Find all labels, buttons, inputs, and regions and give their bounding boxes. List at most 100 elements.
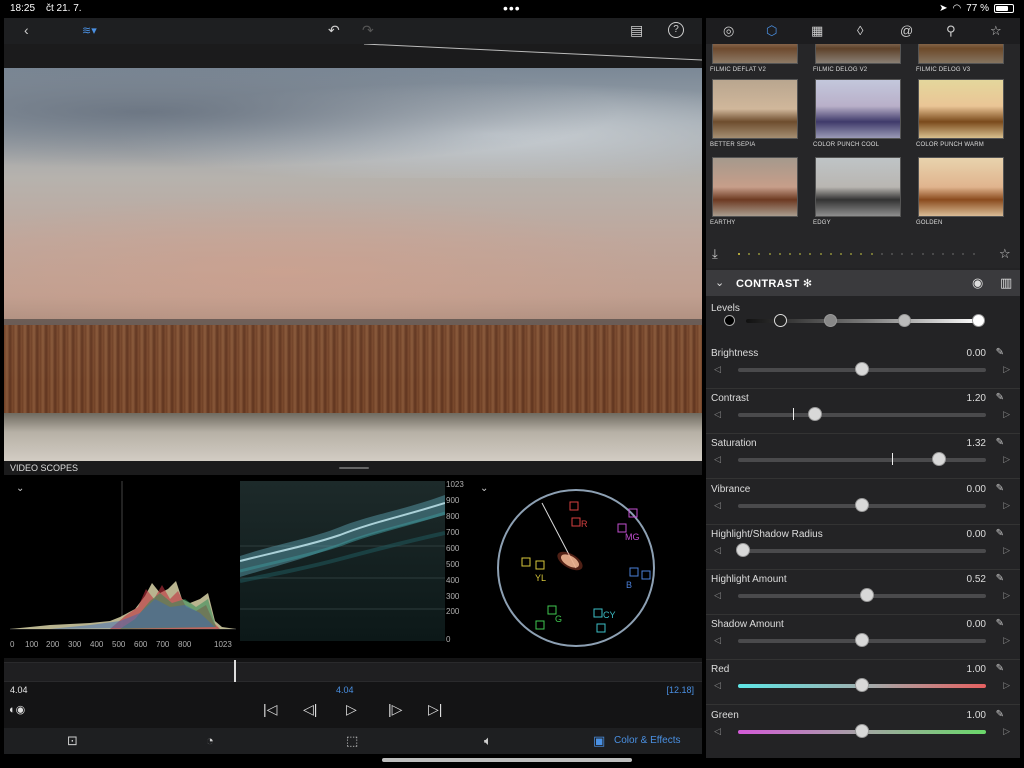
home-indicator[interactable] — [382, 758, 632, 762]
playhead[interactable] — [234, 660, 236, 682]
pager-dot[interactable] — [860, 253, 863, 255]
edit-pencil-icon[interactable]: ✎ — [996, 709, 1004, 720]
palette-icon[interactable]: ◎ — [723, 23, 734, 39]
pager-dot[interactable] — [972, 253, 975, 255]
multitask-dots-icon[interactable]: ••• — [503, 0, 521, 16]
pager-dot[interactable] — [748, 253, 751, 255]
keyhole-icon[interactable]: ⚲ — [946, 23, 956, 39]
increment-arrow-icon[interactable]: ▷ — [1003, 409, 1010, 420]
cube-icon[interactable]: ⬡ — [766, 23, 777, 39]
decrement-arrow-icon[interactable]: ◁ — [714, 726, 721, 737]
increment-arrow-icon[interactable]: ▷ — [1003, 635, 1010, 646]
pager-dot[interactable] — [911, 253, 914, 255]
pager-dot[interactable] — [901, 253, 904, 255]
param-slider-knob[interactable] — [855, 633, 869, 648]
edit-pencil-icon[interactable]: ✎ — [996, 347, 1004, 358]
loop-icon[interactable]: ◐◉ — [9, 703, 25, 716]
pager-dot[interactable] — [799, 253, 802, 255]
preset-tile[interactable]: EDGY — [809, 157, 907, 226]
skip-to-start-icon[interactable]: |◁ — [263, 701, 277, 718]
skip-to-end-icon[interactable]: ▷| — [428, 701, 442, 718]
param-slider-knob[interactable] — [735, 542, 750, 557]
decrement-arrow-icon[interactable]: ◁ — [714, 500, 721, 511]
preset-tile[interactable]: COLOR PUNCH COOL — [809, 79, 907, 148]
edit-pencil-icon[interactable]: ✎ — [996, 573, 1004, 584]
param-value[interactable]: 1.00 — [967, 664, 986, 675]
preset-tile[interactable]: EARTHY — [706, 157, 804, 226]
clip-icon[interactable]: ≋▾ — [82, 24, 97, 37]
pager-dot[interactable] — [962, 253, 965, 255]
levels-mid-knob[interactable] — [824, 314, 837, 327]
param-slider-knob[interactable] — [855, 497, 869, 512]
param-slider-knob[interactable] — [931, 452, 946, 467]
edit-pencil-icon[interactable]: ✎ — [996, 663, 1004, 674]
pager-dot[interactable] — [840, 253, 842, 255]
increment-arrow-icon[interactable]: ▷ — [1003, 454, 1010, 465]
star-icon[interactable]: ☆ — [990, 23, 1002, 39]
increment-arrow-icon[interactable]: ▷ — [1003, 545, 1010, 556]
play-icon[interactable]: ▷ — [346, 701, 357, 718]
param-value[interactable]: 0.52 — [967, 574, 986, 585]
param-value[interactable]: 1.00 — [967, 710, 986, 721]
edit-pencil-icon[interactable]: ✎ — [996, 618, 1004, 629]
param-slider-knob[interactable] — [855, 678, 869, 693]
favorite-star-icon[interactable]: ☆ — [999, 246, 1011, 262]
increment-arrow-icon[interactable]: ▷ — [1003, 680, 1010, 691]
scopes-resize-handle[interactable] — [339, 467, 369, 469]
drop-icon[interactable]: ◊ — [857, 23, 863, 38]
speed-icon[interactable]: ◔ — [206, 733, 214, 748]
delete-trash-icon[interactable]: ▥ — [1000, 275, 1012, 291]
pager-dot[interactable] — [850, 253, 853, 255]
increment-arrow-icon[interactable]: ▷ — [1003, 590, 1010, 601]
pager-dot[interactable] — [921, 253, 924, 255]
param-slider-track[interactable] — [738, 458, 986, 463]
frame-icon[interactable]: ⊡ — [67, 733, 78, 749]
video-preview[interactable] — [4, 68, 702, 461]
color-effects-icon[interactable]: ▣ — [593, 733, 605, 749]
param-value[interactable]: 0.00 — [967, 348, 986, 359]
decrement-arrow-icon[interactable]: ◁ — [714, 545, 721, 556]
vectorscope-menu-chevron-icon[interactable]: ⌄ — [480, 483, 488, 494]
decrement-arrow-icon[interactable]: ◁ — [714, 680, 721, 691]
preset-tile[interactable]: GOLDEN — [912, 157, 1010, 226]
collapse-chevron-icon[interactable]: ⌄ — [715, 276, 724, 289]
pager-dot[interactable] — [891, 253, 893, 255]
levels-white-knob[interactable] — [972, 314, 985, 327]
edit-pencil-icon[interactable]: ✎ — [996, 437, 1004, 448]
param-value[interactable]: 0.00 — [967, 619, 986, 630]
swirl-icon[interactable]: @ — [900, 23, 913, 38]
param-slider-knob[interactable] — [859, 588, 874, 602]
pager-dot[interactable] — [789, 253, 791, 255]
increment-arrow-icon[interactable]: ▷ — [1003, 364, 1010, 375]
increment-arrow-icon[interactable]: ▷ — [1003, 500, 1010, 511]
levels-light-knob[interactable] — [898, 314, 911, 327]
pager-dot[interactable] — [829, 253, 832, 255]
color-effects-label[interactable]: Color & Effects — [614, 735, 681, 746]
increment-arrow-icon[interactable]: ▷ — [1003, 726, 1010, 737]
redo-icon[interactable]: ↷ — [362, 22, 374, 39]
timeline-track[interactable] — [4, 662, 702, 682]
edit-pencil-icon[interactable]: ✎ — [996, 528, 1004, 539]
preset-tile[interactable]: BETTER SEPIA — [706, 79, 804, 148]
param-slider-knob[interactable] — [855, 723, 869, 738]
edit-pencil-icon[interactable]: ✎ — [996, 483, 1004, 494]
pager-dot[interactable] — [870, 253, 873, 255]
audio-icon[interactable]: 🔈︎ — [484, 733, 492, 749]
levels-black-knob[interactable] — [774, 314, 787, 327]
param-value[interactable]: 0.00 — [967, 484, 986, 495]
pager-dot[interactable] — [880, 253, 883, 255]
pager-dot[interactable] — [809, 253, 812, 255]
step-back-icon[interactable]: ◁| — [303, 701, 317, 718]
param-slider-knob[interactable] — [807, 407, 822, 422]
param-value[interactable]: 1.32 — [967, 438, 986, 449]
pager-dot[interactable] — [758, 253, 761, 255]
edit-pencil-icon[interactable]: ✎ — [996, 392, 1004, 403]
pager-dot[interactable] — [952, 253, 955, 255]
pager-dot[interactable] — [778, 253, 781, 255]
download-icon[interactable]: ⤓ — [712, 246, 718, 262]
decrement-arrow-icon[interactable]: ◁ — [714, 590, 721, 601]
decrement-arrow-icon[interactable]: ◁ — [714, 364, 721, 375]
param-slider-track[interactable] — [738, 413, 986, 418]
param-slider-track[interactable] — [738, 548, 986, 553]
decrement-arrow-icon[interactable]: ◁ — [714, 635, 721, 646]
